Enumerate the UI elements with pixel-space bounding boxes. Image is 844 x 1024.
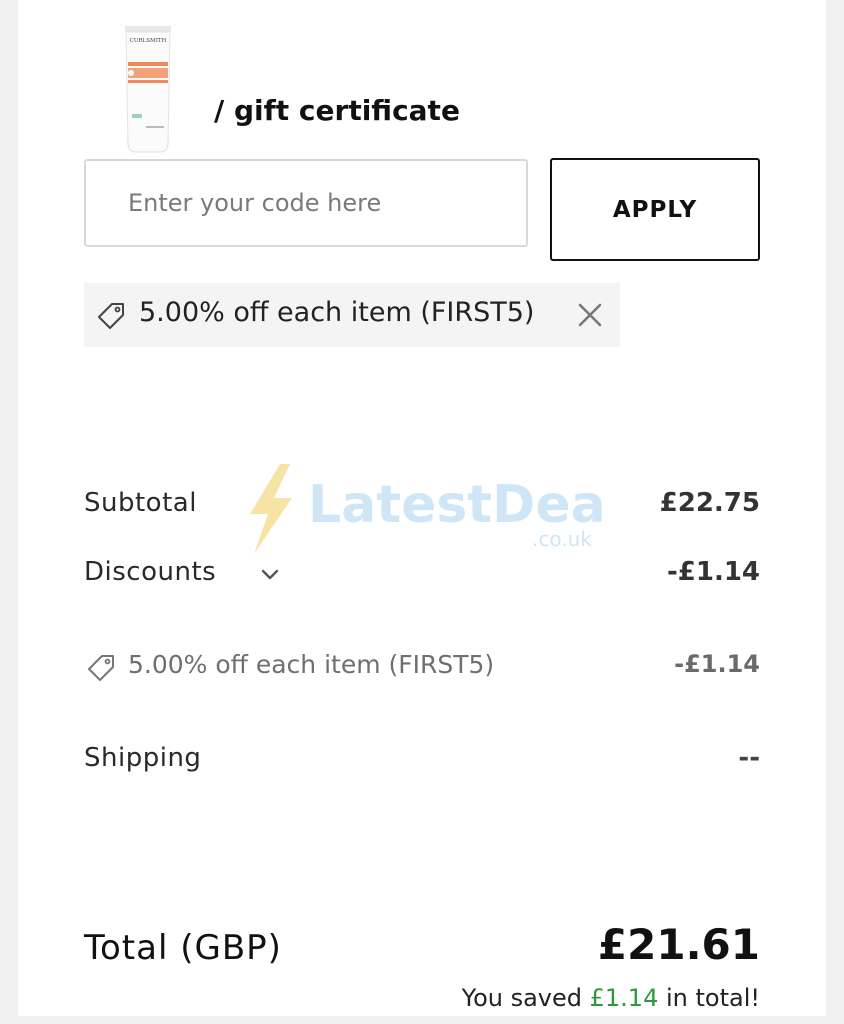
subtotal-label: Subtotal <box>84 488 197 518</box>
gift-certificate-heading: / gift certificate <box>214 94 460 127</box>
product-brand: CURLSMITH <box>130 38 167 44</box>
shipping-value: -- <box>738 743 760 773</box>
shipping-label: Shipping <box>84 743 202 773</box>
close-icon[interactable] <box>574 299 606 331</box>
tag-icon <box>98 303 124 329</box>
watermark-name: LatestDeals <box>308 475 610 535</box>
tag-icon <box>88 655 114 681</box>
subtotal-value: £22.75 <box>659 488 760 518</box>
savings-message: You saved £1.14 in total! <box>462 984 760 1012</box>
watermark-domain: .co.uk <box>532 527 592 551</box>
discounts-value: -£1.14 <box>666 557 760 587</box>
applied-discount-chip: 5.00% off each item (FIRST5) <box>84 283 620 347</box>
discount-line-label: 5.00% off each item (FIRST5) <box>128 650 495 679</box>
applied-discount-label: 5.00% off each item (FIRST5) <box>139 297 535 328</box>
savings-amount: £1.14 <box>589 984 659 1012</box>
product-thumbnail: CURLSMITH <box>125 26 171 153</box>
total-label: Total (GBP) <box>84 928 282 968</box>
savings-prefix: You saved <box>461 984 590 1012</box>
total-value: £21.61 <box>597 920 760 969</box>
apply-button[interactable]: APPLY <box>550 158 760 261</box>
latestdeals-watermark: LatestDeals .co.uk <box>250 464 610 554</box>
chevron-down-icon[interactable] <box>258 562 282 586</box>
discounts-label[interactable]: Discounts <box>84 557 216 587</box>
savings-suffix: in total! <box>658 984 760 1012</box>
discount-code-input[interactable] <box>84 159 528 247</box>
discount-line-value: -£1.14 <box>674 650 760 678</box>
